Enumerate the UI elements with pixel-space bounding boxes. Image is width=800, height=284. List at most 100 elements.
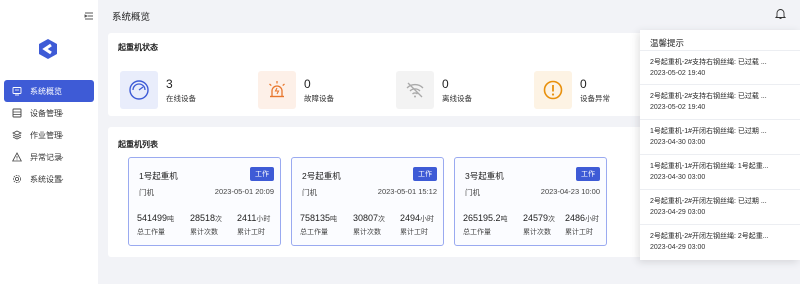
- metric-label: 总工作量: [137, 229, 165, 236]
- sidebar-item-settings[interactable]: 系统设置: [4, 168, 94, 190]
- notice-time: 2023-04-30 03:00: [650, 139, 706, 146]
- crane-time: 2023-04-23 10:00: [540, 187, 600, 196]
- section-title: 起重机状态: [118, 43, 158, 52]
- stat-offline: 0 离线设备: [396, 71, 472, 109]
- stat-label: 故障设备: [304, 93, 334, 103]
- crane-time: 2023-05-01 15:12: [377, 187, 437, 196]
- metric-label: 累计次数: [353, 229, 381, 236]
- notice-text: 1号起重机-1#开闭右钢丝绳: 已过期 ...: [650, 128, 767, 135]
- chevron-down-icon: [58, 132, 64, 138]
- sidebar-item-overview[interactable]: 系统概览: [4, 80, 94, 102]
- layers-icon: [12, 130, 22, 140]
- crane-status-panel: 起重机状态 3 在线设备 0 故障设备 0 离线设备 0 设备异常: [108, 33, 648, 116]
- sidebar-item-devices[interactable]: 设备管理: [4, 102, 94, 124]
- notice-text: 2号起重机-2#开闭左钢丝绳: 已过期 ...: [650, 198, 767, 205]
- metric-value: 2494: [400, 213, 421, 223]
- gear-icon: [12, 174, 22, 184]
- gauge-icon: [120, 71, 158, 109]
- metric-hours: 2494小时 累计工时: [400, 213, 434, 237]
- notice-time: 2023-04-29 03:00: [650, 244, 706, 251]
- crane-card[interactable]: 2号起重机 工作 门机 2023-05-01 15:12 758135吨 总工作…: [291, 157, 444, 246]
- notice-item[interactable]: 2号起重机-2#支持右钢丝绳: 已过载 ... 2023-05-02 19:40: [640, 84, 800, 118]
- chevron-down-icon: [58, 154, 64, 160]
- app-logo-icon: [37, 38, 59, 60]
- status-badge: 工作: [413, 167, 437, 181]
- stat-label: 在线设备: [166, 93, 196, 103]
- crane-time: 2023-05-01 20:09: [214, 187, 274, 196]
- metric-value: 24579: [523, 213, 549, 223]
- status-badge: 工作: [576, 167, 600, 181]
- metric-label: 累计工时: [237, 229, 265, 236]
- crane-type: 门机: [302, 188, 317, 197]
- notice-item[interactable]: 2号起重机-2#支持右钢丝绳: 已过载 ... 2023-05-02 19:40: [640, 50, 800, 84]
- metric-unit: 小时: [420, 216, 435, 223]
- stat-value: 0: [304, 76, 311, 91]
- metric-value: 758135: [300, 213, 331, 223]
- notice-item[interactable]: 2号起重机-2#开闭左钢丝绳: 2号起重... 2023-04-29 03:00: [640, 224, 800, 258]
- sidebar-item-label: 系统概览: [30, 86, 62, 96]
- sidebar-nav: 系统概览 设备管理 作业管理 异常记录 系统设置: [4, 80, 94, 190]
- stat-value: 3: [166, 76, 173, 91]
- metric-load: 541499吨 总工作量: [137, 213, 174, 237]
- notice-item[interactable]: 1号起重机-1#开闭右钢丝绳: 1号起重... 2023-04-30 03:00: [640, 154, 800, 188]
- metric-count: 28518次 累计次数: [190, 213, 222, 237]
- metric-unit: 次: [378, 216, 386, 223]
- notice-time: 2023-04-29 03:00: [650, 209, 706, 216]
- metric-load: 758135吨 总工作量: [300, 213, 337, 237]
- sidebar-item-exceptions[interactable]: 异常记录: [4, 146, 94, 168]
- notice-time: 2023-05-02 19:40: [650, 104, 706, 111]
- page-title: 系统概览: [112, 12, 151, 23]
- metric-count: 30807次 累计次数: [353, 213, 385, 237]
- stat-online: 3 在线设备: [120, 71, 196, 109]
- status-badge: 工作: [250, 167, 274, 181]
- sidebar: 系统概览 设备管理 作业管理 异常记录 系统设置: [0, 0, 98, 284]
- alarm-light-icon: [258, 71, 296, 109]
- metric-value: 28518: [190, 213, 216, 223]
- sidebar-item-jobs[interactable]: 作业管理: [4, 124, 94, 146]
- metric-hours: 2486小时 累计工时: [565, 213, 599, 237]
- bell-icon[interactable]: [774, 7, 787, 20]
- section-title: 起重机列表: [118, 140, 158, 149]
- crane-card[interactable]: 3号起重机 工作 门机 2023-04-23 10:00 265195.2吨 总…: [454, 157, 607, 246]
- exclamation-circle-icon: [534, 71, 572, 109]
- chevron-down-icon: [58, 110, 64, 116]
- metric-load: 265195.2吨 总工作量: [463, 213, 508, 237]
- stat-value: 0: [442, 76, 449, 91]
- menu-collapse-icon[interactable]: [84, 11, 94, 21]
- notice-item[interactable]: 2号起重机-2#开闭左钢丝绳: 已过期 ... 2023-04-29 03:00: [640, 189, 800, 223]
- metric-value: 30807: [353, 213, 379, 223]
- metric-value: 265195.2: [463, 213, 501, 223]
- stat-fault: 0 故障设备: [258, 71, 334, 109]
- metric-unit: 次: [215, 216, 223, 223]
- metric-label: 累计工时: [565, 229, 593, 236]
- notice-time: 2023-04-30 03:00: [650, 174, 706, 181]
- stat-value: 0: [580, 76, 587, 91]
- metric-unit: 次: [548, 216, 556, 223]
- metric-unit: 吨: [500, 216, 508, 223]
- metric-label: 累计次数: [523, 229, 551, 236]
- stat-label: 设备异常: [580, 93, 610, 103]
- metric-unit: 小时: [256, 216, 271, 223]
- crane-name: 3号起重机: [465, 171, 504, 181]
- metric-value: 541499: [137, 213, 168, 223]
- metric-unit: 吨: [330, 216, 338, 223]
- crane-type: 门机: [139, 188, 154, 197]
- metric-label: 累计次数: [190, 229, 218, 236]
- notice-text: 2号起重机-2#支持右钢丝绳: 已过载 ...: [650, 93, 767, 100]
- crane-card[interactable]: 1号起重机 工作 门机 2023-05-01 20:09 541499吨 总工作…: [128, 157, 281, 246]
- notice-item[interactable]: 1号起重机-1#开闭右钢丝绳: 已过期 ... 2023-04-30 03:00: [640, 119, 800, 153]
- metric-label: 累计工时: [400, 229, 428, 236]
- crane-name: 1号起重机: [139, 171, 178, 181]
- stat-abnormal: 0 设备异常: [534, 71, 610, 109]
- top-bar: 系统概览: [98, 0, 800, 30]
- notice-text: 2号起重机-2#开闭左钢丝绳: 2号起重...: [650, 233, 769, 240]
- notice-text: 1号起重机-1#开闭右钢丝绳: 1号起重...: [650, 163, 769, 170]
- monitor-icon: [12, 86, 22, 96]
- metric-unit: 吨: [167, 216, 175, 223]
- metric-hours: 2411小时 累计工时: [237, 213, 270, 237]
- metric-count: 24579次 累计次数: [523, 213, 555, 237]
- wifi-off-icon: [396, 71, 434, 109]
- metric-value: 2411: [237, 213, 257, 223]
- notice-drawer: 温馨提示 2号起重机-2#支持右钢丝绳: 已过载 ... 2023-05-02 …: [640, 30, 800, 260]
- warning-icon: [12, 152, 22, 162]
